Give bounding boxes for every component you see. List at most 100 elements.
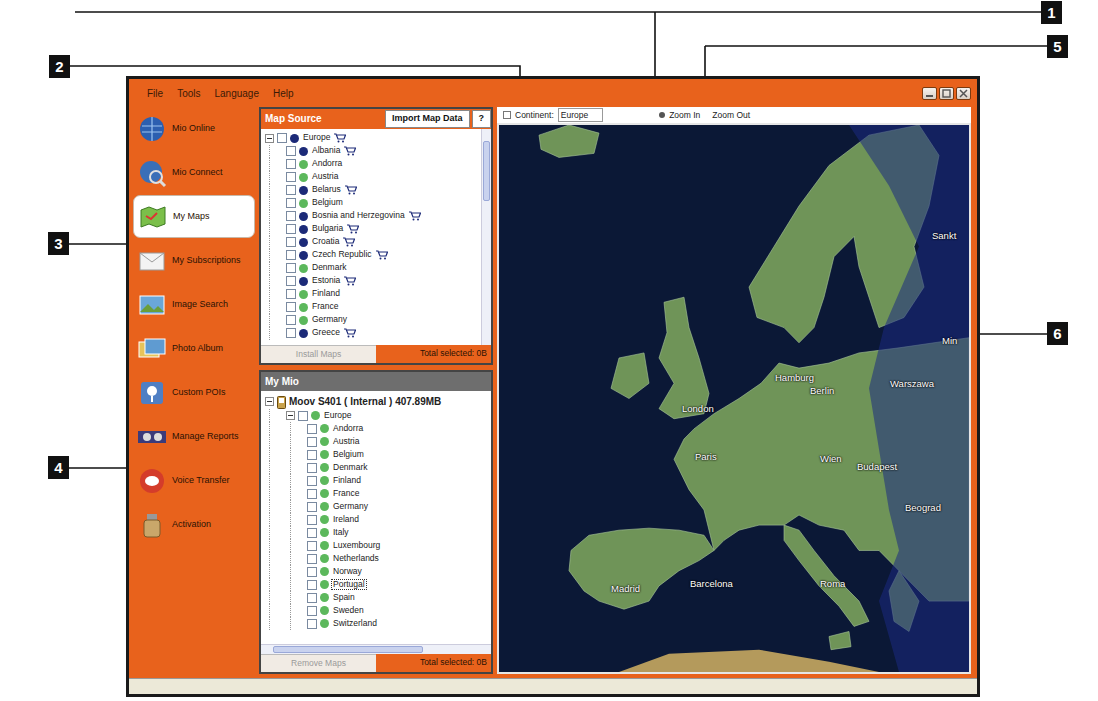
tree-group[interactable]: Europe	[265, 409, 487, 422]
map-checkbox[interactable]	[286, 276, 296, 286]
collapse-icon[interactable]	[265, 134, 274, 143]
collapse-icon[interactable]	[286, 411, 295, 420]
map-row[interactable]: Germany	[265, 500, 487, 513]
sidebar-item[interactable]: Custom POIs	[133, 371, 255, 414]
map-checkbox[interactable]	[277, 133, 287, 143]
map-checkbox[interactable]	[286, 328, 296, 338]
map-checkbox[interactable]	[286, 185, 296, 195]
map-checkbox[interactable]	[286, 263, 296, 273]
scrollbar[interactable]	[261, 644, 491, 654]
map-row[interactable]: Switzerland	[265, 617, 487, 630]
map-checkbox[interactable]	[307, 528, 317, 538]
map-checkbox[interactable]	[286, 172, 296, 182]
map-checkbox[interactable]	[307, 437, 317, 447]
cart-icon[interactable]	[344, 328, 356, 338]
map-checkbox[interactable]	[286, 289, 296, 299]
map-checkbox[interactable]	[286, 237, 296, 247]
cart-icon[interactable]	[345, 185, 357, 195]
map-checkbox[interactable]	[307, 502, 317, 512]
sidebar-item[interactable]: Manage Reports	[133, 415, 255, 458]
map-row[interactable]: Finland	[265, 474, 487, 487]
map-row[interactable]: Finland	[265, 288, 479, 301]
scrollbar[interactable]	[481, 129, 491, 346]
menu-item[interactable]: Language	[214, 86, 259, 101]
map-checkbox[interactable]	[286, 315, 296, 325]
device-row[interactable]: Moov S401 ( Internal ) 407.89MB	[265, 394, 487, 409]
map-row[interactable]: Estonia	[265, 275, 479, 288]
map-checkbox[interactable]	[298, 411, 308, 421]
sidebar-item[interactable]: My Subscriptions	[133, 239, 255, 282]
cart-icon[interactable]	[409, 211, 421, 221]
map-row[interactable]: Denmark	[265, 461, 487, 474]
cart-icon[interactable]	[376, 250, 388, 260]
cart-icon[interactable]	[344, 146, 356, 156]
map-row[interactable]: Netherlands	[265, 552, 487, 565]
map-checkbox[interactable]	[307, 515, 317, 525]
map-checkbox[interactable]	[307, 554, 317, 564]
maximize-icon[interactable]	[939, 87, 954, 100]
continent-select[interactable]: Europe	[558, 108, 603, 123]
sidebar-item[interactable]: My Maps	[133, 195, 255, 238]
map-checkbox[interactable]	[307, 593, 317, 603]
map-row[interactable]: Albania	[265, 145, 479, 158]
sidebar-item[interactable]: Mio Online	[133, 107, 255, 150]
map-row[interactable]: Czech Republic	[265, 249, 479, 262]
cart-icon[interactable]	[350, 263, 362, 273]
map-row[interactable]: Bosnia and Herzegovina	[265, 210, 479, 223]
map-checkbox[interactable]	[286, 250, 296, 260]
cart-icon[interactable]	[343, 237, 355, 247]
map-checkbox[interactable]	[286, 211, 296, 221]
map-row[interactable]: Belgium	[265, 448, 487, 461]
map-row[interactable]: Norway	[265, 565, 487, 578]
map-row[interactable]: Sweden	[265, 604, 487, 617]
cart-icon[interactable]	[351, 315, 363, 325]
map-row[interactable]: Spain	[265, 591, 487, 604]
map-row[interactable]: Austria	[265, 171, 479, 184]
scroll-thumb[interactable]	[483, 141, 490, 201]
cart-icon[interactable]	[344, 289, 356, 299]
collapse-icon[interactable]	[265, 397, 274, 406]
sidebar-item[interactable]: Mio Connect	[133, 151, 255, 194]
map-checkbox[interactable]	[307, 580, 317, 590]
map-row[interactable]: Germany	[265, 314, 479, 327]
cart-icon[interactable]	[342, 172, 354, 182]
menu-item[interactable]: File	[147, 86, 163, 101]
map-row[interactable]: Andorra	[265, 422, 487, 435]
zoom-in-button[interactable]: Zoom In	[669, 109, 700, 122]
map-row[interactable]: Belarus	[265, 184, 479, 197]
cart-icon[interactable]	[347, 198, 359, 208]
import-button[interactable]: Import Map Data	[385, 110, 470, 128]
map-row[interactable]: Austria	[265, 435, 487, 448]
map-row[interactable]: Croatia	[265, 236, 479, 249]
map-checkbox[interactable]	[307, 463, 317, 473]
map-checkbox[interactable]	[307, 606, 317, 616]
map-row[interactable]: Denmark	[265, 262, 479, 275]
sidebar-item[interactable]: Activation	[133, 503, 255, 546]
zoom-out-button[interactable]: Zoom Out	[712, 109, 750, 122]
map-checkbox[interactable]	[307, 424, 317, 434]
map-row[interactable]: Andorra	[265, 158, 479, 171]
map-row[interactable]: Greece	[265, 327, 479, 340]
close-icon[interactable]	[956, 87, 971, 100]
scroll-thumb[interactable]	[273, 646, 423, 653]
map-row[interactable]: Ireland	[265, 513, 487, 526]
map-checkbox[interactable]	[286, 159, 296, 169]
map-view[interactable]: SanktMinWarszawaHamburgBerlinLondonParis…	[497, 123, 971, 674]
map-checkbox[interactable]	[307, 476, 317, 486]
sidebar-item[interactable]: Photo Album	[133, 327, 255, 370]
cart-icon[interactable]	[334, 133, 346, 143]
map-checkbox[interactable]	[286, 302, 296, 312]
map-row[interactable]: Luxembourg	[265, 539, 487, 552]
sidebar-item[interactable]: Image Search	[133, 283, 255, 326]
map-checkbox[interactable]	[286, 198, 296, 208]
map-row[interactable]: Italy	[265, 526, 487, 539]
map-row[interactable]: France	[265, 487, 487, 500]
map-row[interactable]: Bulgaria	[265, 223, 479, 236]
map-checkbox[interactable]	[307, 489, 317, 499]
cart-icon[interactable]	[344, 276, 356, 286]
cart-icon[interactable]	[346, 159, 358, 169]
menu-item[interactable]: Help	[273, 86, 294, 101]
map-checkbox[interactable]	[307, 567, 317, 577]
tree-root[interactable]: Europe	[265, 132, 479, 145]
map-row[interactable]: France	[265, 301, 479, 314]
